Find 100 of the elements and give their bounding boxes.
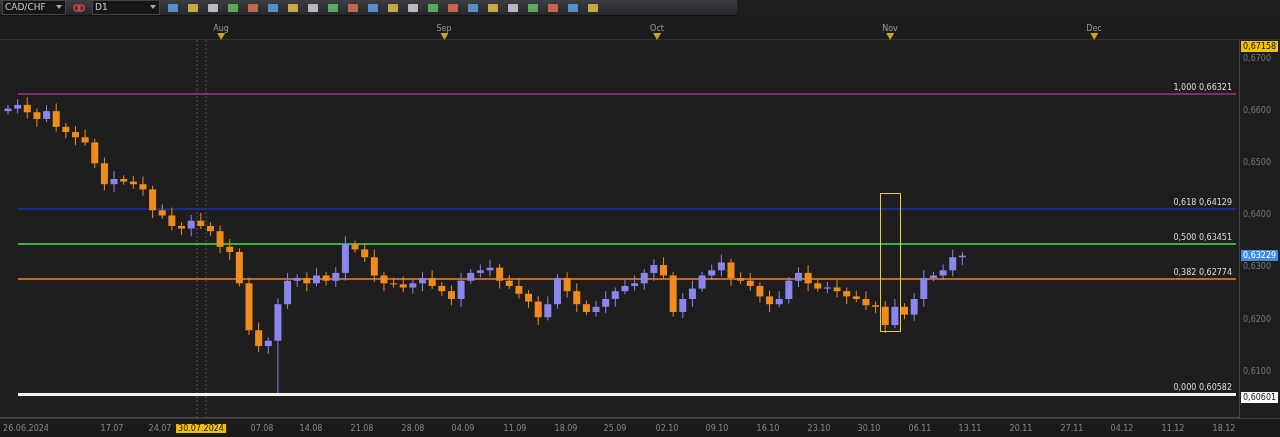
date-label: 30.07.2024 [176,423,226,433]
price-label: 0,6300 [1243,262,1271,272]
bearish-candle [303,271,311,292]
date-label: 09.10 [704,423,730,433]
fibonacci-level-label: 0,000 0,60582 [1173,382,1232,392]
bullish-candle [785,276,793,304]
bullish-candle [43,104,51,123]
bearish-candle [833,278,841,298]
date-label: 20.11 [1008,423,1034,433]
date-label: 04.12 [1109,423,1135,433]
bearish-candle [72,125,79,146]
month-label: Dec [1086,24,1102,34]
date-label: 14.08 [298,423,324,433]
caret-icon [149,5,157,11]
bearish-candle [428,269,436,290]
bearish-candle [901,302,908,320]
marker-triangle-icon [440,33,448,41]
bullish-candle [795,266,802,288]
price-tag: 0,67158 [1241,40,1279,52]
fibonacci-level-label: 0,500 0,63451 [1173,232,1232,242]
bearish-candle [255,321,263,353]
price-tag: 0,60601 [1241,391,1279,403]
bearish-candle [216,224,224,254]
bullish-candle [939,263,947,281]
date-label: 26.06.2024 [2,423,50,433]
date-label: 30.10 [856,423,882,433]
bearish-candle [81,128,89,146]
timeframe-dropdown[interactable]: D1 [92,0,160,16]
price-label: 0,6100 [1243,366,1271,376]
date-label: 23.10 [806,423,832,433]
bullish-candle [457,272,465,307]
bullish-candle [544,295,552,321]
bearish-candle [669,271,677,317]
marker-triangle-icon [886,33,894,41]
date-label: 02.10 [654,423,680,433]
bearish-candle [168,206,176,231]
bullish-candle [592,300,600,317]
bullish-candle [650,258,658,281]
bearish-candle [380,271,388,292]
bullish-candle [4,104,12,115]
price-label: 0,6700 [1243,53,1271,63]
date-label: 21.08 [349,423,375,433]
price-label: 0,6500 [1243,158,1271,167]
date-label: 18.12 [1211,423,1237,433]
bearish-candle [804,264,812,292]
bearish-candle [245,276,253,336]
bearish-candle [351,239,359,253]
bullish-candle [486,259,494,277]
date-label: 24.07 [147,423,173,433]
price-label: 0,6200 [1243,314,1271,324]
bullish-candle [187,214,195,237]
bearish-candle [322,271,330,286]
bullish-candle [313,266,320,287]
bearish-candle [23,96,31,119]
date-label: 06.11 [907,423,933,433]
bullish-candle [110,170,118,193]
bullish-candle [891,298,899,329]
bullish-candle [264,336,272,354]
bearish-candle [563,271,571,298]
price-tag: 0,63229 [1241,249,1279,261]
month-label: Oct [650,24,664,34]
bearish-candle [766,289,774,313]
bullish-candle [14,98,22,114]
bearish-candle [660,256,667,279]
date-label: 17.07 [99,423,125,433]
marker-triangle-icon [217,33,225,41]
date-label: 04.09 [450,423,476,433]
month-label: Aug [213,24,229,34]
fibonacci-level-label: 1,000 0,66321 [1173,83,1232,93]
bearish-candle [33,107,41,127]
bullish-candle [419,271,426,292]
bearish-candle [756,281,764,303]
price-label: 0,6600 [1243,105,1271,115]
month-label: Nov [882,24,898,34]
fibonacci-level-label: 0,618 0,64129 [1173,197,1232,207]
bearish-candle [515,277,523,299]
price-label: 0,6400 [1243,210,1271,220]
bullish-candle [823,280,831,294]
bullish-candle [698,271,706,292]
month-label: Sep [436,24,452,34]
bearish-candle [139,175,147,196]
date-label: 13.11 [957,423,983,433]
date-label: 27.11 [1059,423,1085,433]
bearish-candle [862,290,870,311]
bearish-candle [814,278,822,292]
bearish-candle [727,257,735,287]
date-label: 07.08 [249,423,275,433]
bearish-candle [62,122,70,139]
marker-triangle-icon [653,33,661,41]
bullish-candle [409,278,417,294]
bullish-candle [621,279,629,295]
marker-triangle-icon [1090,33,1098,41]
date-label: 18.09 [553,423,579,433]
bullish-candle [775,290,783,308]
bullish-candle [554,273,561,310]
fibonacci-level-label: 0,382 0,62774 [1173,268,1232,278]
symbol-dropdown[interactable]: CAD/CHF [2,0,66,16]
date-label: 11.09 [502,423,528,433]
bearish-candle [52,102,60,132]
date-label: 25.09 [602,423,628,433]
